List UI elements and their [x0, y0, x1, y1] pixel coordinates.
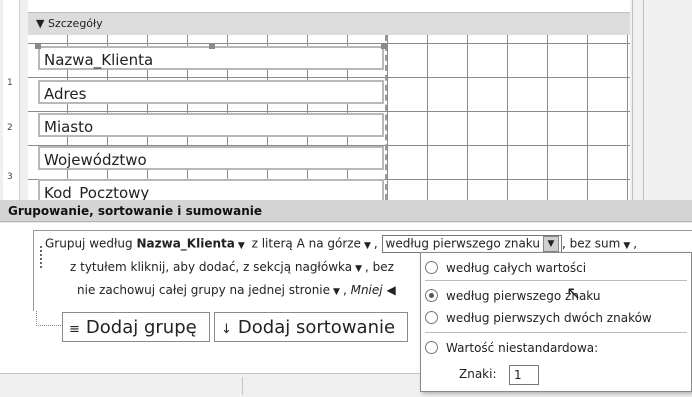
resize-handle[interactable]	[35, 43, 41, 49]
header-section-select[interactable]: z sekcją nagłówka	[243, 260, 352, 274]
report-designer: 1 2 3 ▼ Szczegóły Nazwa_Klienta Adres Mi…	[0, 0, 692, 203]
add-group-icon: ≡	[69, 322, 80, 337]
group-line-3: nie zachowuj całej grupy na jednej stron…	[77, 283, 396, 297]
chars-input[interactable]: 1	[509, 365, 539, 385]
chars-label: Znaki:	[459, 367, 497, 381]
mouse-cursor-icon: ↖	[566, 283, 582, 304]
chevron-down-icon[interactable]: ▼	[355, 264, 362, 274]
separator	[425, 332, 687, 333]
ruler-mark-1: 1	[7, 78, 13, 88]
add-sort-button[interactable]: ↓ Dodaj sortowanie	[214, 312, 408, 342]
chevron-down-icon[interactable]: ▼	[333, 287, 340, 297]
selection-edge	[385, 35, 393, 200]
group-on-select[interactable]: według pierwszego znaku ▼	[381, 235, 562, 253]
arrow-down-icon: ▼	[36, 17, 45, 30]
field-miasto[interactable]: Miasto	[38, 113, 384, 137]
chevron-down-icon[interactable]: ▼	[623, 241, 630, 251]
group-line-2: z tytułem kliknij, aby dodać, z sekcją n…	[70, 260, 394, 274]
drag-grip[interactable]	[40, 246, 44, 268]
group-by-label: Grupuj według	[45, 236, 133, 251]
add-group-button[interactable]: ≡ Dodaj grupę	[62, 312, 210, 342]
resize-handle[interactable]	[381, 43, 387, 49]
section-label: Szczegóły	[47, 17, 103, 30]
group-sort-total-title: Grupowanie, sortowanie i sumowanie	[0, 200, 692, 222]
radio-button[interactable]	[425, 311, 438, 324]
field-nazwa-klienta[interactable]: Nazwa_Klienta	[38, 46, 384, 70]
radio-button-selected[interactable]	[425, 289, 438, 302]
tree-connector	[36, 311, 61, 326]
sort-order-select[interactable]: z literą A na górze	[252, 237, 361, 251]
option-first-two-chars[interactable]: według pierwszych dwóch znaków	[425, 311, 652, 325]
sort-az-icon: ↓	[221, 322, 232, 337]
chevron-down-icon[interactable]: ▼	[238, 241, 245, 251]
ruler-mark-2: 2	[7, 123, 13, 133]
section-bar-details[interactable]: ▼ Szczegóły	[28, 12, 630, 36]
less-link[interactable]: Mniej	[351, 283, 383, 297]
field-wojewodztwo[interactable]: Województwo	[38, 146, 384, 170]
group-line-1: Grupuj według Nazwa_Klienta ▼ z literą A …	[45, 235, 637, 253]
group-field-select[interactable]: Nazwa_Klienta	[136, 237, 234, 251]
radio-button[interactable]	[425, 261, 438, 274]
chevron-down-icon[interactable]: ▼	[364, 241, 371, 251]
footer-section-select[interactable]: bez	[373, 260, 394, 274]
radio-button[interactable]	[425, 341, 438, 354]
totals-select[interactable]: bez sum	[570, 237, 621, 251]
ruler-mark-3: 3	[7, 172, 13, 182]
option-whole-value[interactable]: według całych wartości	[425, 261, 586, 275]
chevron-left-icon[interactable]: ◀	[386, 283, 395, 297]
separator	[425, 280, 687, 281]
vertical-ruler: 1 2 3	[3, 0, 20, 200]
right-scroll-panel[interactable]	[632, 0, 692, 200]
chevron-down-icon[interactable]: ▼	[543, 236, 559, 252]
group-on-dropdown: według całych wartości według pierwszego…	[420, 252, 692, 392]
field-adres[interactable]: Adres	[38, 80, 384, 104]
keep-together-select[interactable]: nie zachowuj całej grupy na jednej stron…	[77, 283, 330, 297]
option-custom[interactable]: Wartość niestandardowa:	[425, 341, 598, 355]
resize-handle[interactable]	[209, 43, 215, 49]
title-option[interactable]: z tytułem kliknij, aby dodać	[70, 260, 235, 274]
